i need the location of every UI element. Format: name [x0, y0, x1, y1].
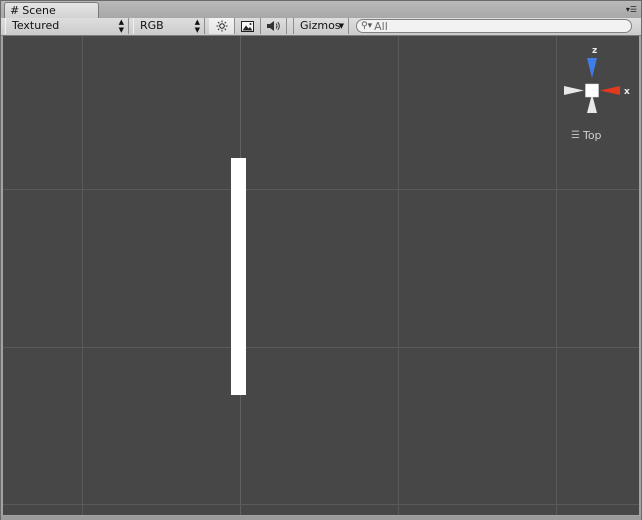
gizmo-neg-x-cone[interactable] [564, 86, 584, 95]
chevron-down-icon: ▼ [338, 22, 344, 30]
grid-line [3, 504, 639, 505]
menu-icon: ☰ [571, 130, 580, 141]
gizmos-label: Gizmos [300, 19, 341, 32]
grid-line [3, 347, 639, 348]
scene-object[interactable] [231, 158, 246, 395]
gizmo-x-label: x [624, 87, 630, 97]
view-label-text: Top [582, 129, 602, 142]
grid-icon: # [10, 4, 20, 17]
grid-line [556, 36, 557, 515]
tab-bar: # Scene ▾☰ [1, 1, 641, 19]
scene-window: # Scene ▾☰ Textured ▲ ▼ RGB ▲ ▼ Gizmos ▼… [0, 0, 642, 520]
image-icon [241, 20, 254, 32]
render-mode-value: RGB [140, 19, 164, 32]
tab-scene-label: Scene [22, 4, 56, 17]
scene-viewport[interactable]: z x ☰ Top [3, 36, 639, 515]
gizmo-center-cube[interactable] [585, 83, 599, 98]
scene-effects-toggle[interactable] [235, 18, 261, 34]
window-bottom-edge [1, 516, 641, 520]
orientation-gizmo[interactable]: z x [559, 42, 637, 122]
gizmo-x-cone[interactable] [600, 86, 620, 95]
search-icon: ⚲▾ [361, 21, 373, 31]
grid-line [398, 36, 399, 515]
window-menu-icon[interactable]: ▾☰ [623, 5, 637, 15]
shading-mode-dropdown[interactable]: Textured ▲ ▼ [5, 18, 129, 34]
gizmos-dropdown[interactable]: Gizmos ▼ [293, 18, 349, 34]
scene-lighting-toggle[interactable] [209, 18, 235, 34]
scene-toolbar: Textured ▲ ▼ RGB ▲ ▼ Gizmos ▼ ⚲▾ All [1, 18, 641, 36]
search-input[interactable] [374, 19, 615, 33]
shading-mode-value: Textured [12, 19, 60, 32]
speaker-icon [266, 21, 280, 31]
scene-audio-toggle[interactable] [261, 18, 287, 34]
updown-arrows-icon: ▲ ▼ [194, 18, 200, 34]
tab-scene[interactable]: # Scene [4, 2, 99, 18]
view-label[interactable]: ☰ Top [571, 129, 602, 142]
grid-line [82, 36, 83, 515]
gizmo-z-label: z [592, 46, 597, 56]
updown-arrows-icon: ▲ ▼ [118, 18, 124, 34]
grid-line [3, 189, 639, 190]
search-field[interactable]: ⚲▾ [356, 19, 632, 33]
sun-icon [216, 20, 227, 32]
render-mode-dropdown[interactable]: RGB ▲ ▼ [133, 18, 205, 34]
gizmo-z-cone[interactable] [587, 58, 597, 78]
